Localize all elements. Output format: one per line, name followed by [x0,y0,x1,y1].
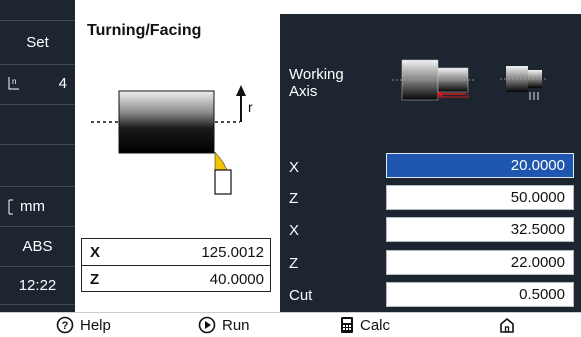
run-label: Run [222,316,250,334]
help-button[interactable]: ? Help [56,313,111,337]
axis-value: 125.0012 [201,243,264,261]
set-button[interactable]: Set [0,20,75,64]
working-axis-label: Working Axis [289,66,344,100]
param-field-z2[interactable]: 22.0000 [386,250,574,275]
axis-label: X [90,243,101,261]
working-axis-option-facing[interactable] [500,52,548,108]
abs-inc-toggle[interactable]: ABS [0,226,75,266]
working-axis-line1: Working [289,66,344,83]
run-button[interactable]: Run [198,313,250,337]
sidebar: Set n 4 mm ABS 12:22 [0,0,75,312]
param-field-x2[interactable]: 32.5000 [386,217,574,242]
param-label-x1: X [289,159,300,176]
param-field-z1[interactable]: 50.0000 [386,185,574,210]
tool-number: 4 [58,75,67,92]
set-label: Set [26,34,49,51]
param-label-cut: Cut [289,287,313,304]
mode-label: ABS [22,238,53,255]
workpiece [118,90,215,154]
ruler-icon [6,199,18,219]
param-field-x1[interactable]: 20.0000 [386,153,574,178]
unit-toggle[interactable]: mm [0,186,75,226]
page-title: Turning/Facing [87,22,202,39]
turning-diagram: r [91,85,253,195]
time-label: 12:22 [18,277,57,294]
axis-value: 40.0000 [209,270,264,288]
position-row-x: X 125.0012 [82,239,270,265]
parameter-panel: Working Axis X 20.0000 Z 50.0000 X 32.50… [280,14,581,312]
param-label-x2: X [289,222,300,239]
help-label: Help [80,316,111,334]
param-field-cut[interactable]: 0.5000 [386,282,574,307]
calculator-icon [341,317,353,333]
app-window: Set n 4 mm ABS 12:22 Turning/Facing r X … [0,0,581,337]
sidebar-bottom-strip [0,304,75,312]
home-icon [500,318,514,333]
param-label-z1: Z [289,190,299,207]
svg-text:n: n [12,77,16,86]
help-icon: ? [56,316,74,334]
tool-selector[interactable]: n 4 [0,64,75,104]
working-axis-line2: Axis [289,83,318,100]
calc-button[interactable]: Calc [340,313,390,337]
svg-text:?: ? [62,320,69,332]
center-panel: Turning/Facing r X 125.0012 Z 40.0000 [75,0,280,312]
tool-icon: n [6,75,22,95]
clock: 12:22 [0,266,75,304]
radius-label: r [248,99,253,115]
position-display: X 125.0012 Z 40.0000 [81,238,271,292]
unit-label: mm [20,198,45,215]
sidebar-empty-1 [0,104,75,144]
param-label-z2: Z [289,255,299,272]
calc-label: Calc [360,316,391,334]
sidebar-top-strip [0,0,75,20]
position-row-z: Z 40.0000 [82,265,270,292]
axis-label: Z [90,270,100,288]
play-icon [198,316,216,334]
home-button[interactable] [498,313,516,337]
working-axis-option-longitudinal[interactable] [392,52,476,108]
tool-holder [214,169,232,195]
sidebar-empty-2 [0,144,75,186]
tool-tip-icon [214,151,228,171]
bottom-bar: ? Help Run Calc [0,312,581,337]
